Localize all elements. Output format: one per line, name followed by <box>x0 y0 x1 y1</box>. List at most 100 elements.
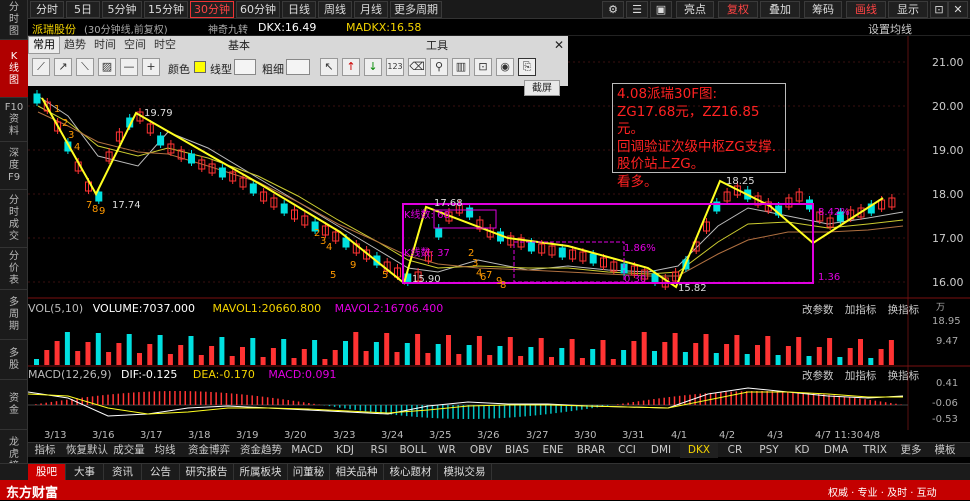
macd-edit-params-button[interactable]: 改参数 <box>802 370 834 382</box>
hline-tool-icon[interactable]: — <box>120 58 138 76</box>
nav-item-9[interactable]: 模拟交易 <box>438 464 492 481</box>
indicator-tab-10[interactable]: WR <box>432 443 462 458</box>
tab-spacetime[interactable]: 时空 <box>150 37 180 53</box>
nav-item-0[interactable]: 股吧 <box>28 464 66 481</box>
sidebar-item-fund[interactable]: 资金 <box>0 380 28 430</box>
sidebar-item-depth[interactable]: 深度F9 <box>0 142 28 190</box>
macd-add-indicator-button[interactable]: 加指标 <box>845 370 877 382</box>
indicator-tab-22[interactable]: TRIX <box>856 443 894 458</box>
indicator-tab-18[interactable]: CR <box>720 443 750 458</box>
period-button[interactable]: 分时 <box>30 1 64 18</box>
indicator-tab-13[interactable]: ENE <box>536 443 570 458</box>
cursor-icon[interactable]: ↖ <box>320 58 338 76</box>
period-button[interactable]: 60分钟 <box>236 1 280 18</box>
thickness-select[interactable] <box>286 59 310 75</box>
indicator-tab-17[interactable]: DKX <box>680 443 718 458</box>
visible-icon[interactable]: ◉ <box>496 58 514 76</box>
period-button[interactable]: 周线 <box>318 1 352 18</box>
back-icon[interactable]: ⊡ <box>930 1 948 18</box>
sidebar-item-multiperiod[interactable]: 多周期 <box>0 290 28 340</box>
tab-common[interactable]: 常用 <box>28 36 60 54</box>
indicator-tab-23[interactable]: 更多 <box>896 443 926 458</box>
sidebar-item-price-table[interactable]: 分价表 <box>0 248 28 290</box>
period-button-active[interactable]: 30分钟 <box>190 1 234 18</box>
vol-add-indicator-button[interactable]: 加指标 <box>845 304 877 316</box>
tab-trend[interactable]: 趋势 <box>60 37 90 53</box>
macd-bar <box>231 393 233 405</box>
add-tool-icon[interactable]: + <box>142 58 160 76</box>
indicator-tab-8[interactable]: RSI <box>364 443 394 458</box>
indicator-tab-1[interactable]: 恢复默认 <box>64 443 110 458</box>
sidebar-item-multistock[interactable]: 多股 <box>0 340 28 380</box>
nav-item-7[interactable]: 相关品种 <box>330 464 384 481</box>
tab-space[interactable]: 空间 <box>120 37 150 53</box>
display-button[interactable]: 显示 <box>888 1 928 18</box>
text-tool-icon[interactable]: 123 <box>386 58 404 76</box>
up-arrow-icon[interactable]: ↑ <box>342 58 360 76</box>
indicator-tab-5[interactable]: 资金趋势 <box>236 443 286 458</box>
vol-change-indicator-button[interactable]: 换指标 <box>888 304 920 316</box>
indicator-tab-12[interactable]: BIAS <box>500 443 534 458</box>
settings-icon[interactable]: ⚙ <box>602 1 624 18</box>
channel-tool-icon[interactable]: ▨ <box>98 58 116 76</box>
sidebar-item-trades[interactable]: 分时成交 <box>0 190 28 248</box>
sidebar-item-timeshare[interactable]: 分时图 <box>0 0 28 40</box>
period-button[interactable]: 日线 <box>282 1 316 18</box>
period-button[interactable]: 月线 <box>354 1 388 18</box>
indicator-tab-6[interactable]: MACD <box>288 443 326 458</box>
macd-bar <box>396 405 398 415</box>
period-button[interactable]: 5分钟 <box>102 1 142 18</box>
screenshot-icon[interactable]: ⎘ <box>518 58 536 76</box>
close-icon[interactable]: ✕ <box>948 1 968 18</box>
link-icon[interactable]: ⚲ <box>430 58 448 76</box>
period-button[interactable]: 5日 <box>66 1 100 18</box>
indicator-tab-20[interactable]: KD <box>788 443 816 458</box>
chips-button[interactable]: 筹码 <box>804 1 842 18</box>
volume-bar <box>498 346 503 365</box>
more-periods-button[interactable]: 更多周期 <box>390 1 442 18</box>
down-arrow-icon[interactable]: ↓ <box>364 58 382 76</box>
vol-edit-params-button[interactable]: 改参数 <box>802 304 834 316</box>
nav-item-4[interactable]: 研究报告 <box>180 464 234 481</box>
adjust-button[interactable]: 复权 <box>718 1 758 18</box>
indicator-tab-21[interactable]: DMA <box>818 443 854 458</box>
list-icon[interactable]: ☰ <box>626 1 648 18</box>
linetype-select[interactable] <box>234 59 256 75</box>
indicator-tab-4[interactable]: 资金博弈 <box>184 443 234 458</box>
macd-change-indicator-button[interactable]: 换指标 <box>888 370 920 382</box>
highlight-button[interactable]: 亮点 <box>676 1 714 18</box>
nav-item-3[interactable]: 公告 <box>142 464 180 481</box>
color-swatch[interactable] <box>194 61 206 73</box>
indicator-tab-15[interactable]: CCI <box>612 443 642 458</box>
set-ma-button[interactable]: 设置均线 <box>868 21 912 37</box>
nav-item-8[interactable]: 核心题材 <box>384 464 438 481</box>
tab-time[interactable]: 时间 <box>90 37 120 53</box>
overlay-button[interactable]: 叠加 <box>760 1 800 18</box>
nav-item-6[interactable]: 问董秘 <box>288 464 330 481</box>
indicator-tab-2[interactable]: 成交量 <box>112 443 146 458</box>
indicator-tab-16[interactable]: DMI <box>644 443 678 458</box>
indicator-tab-11[interactable]: OBV <box>464 443 498 458</box>
delete-icon[interactable]: ▥ <box>452 58 470 76</box>
eraser-icon[interactable]: ⌫ <box>408 58 426 76</box>
lock-icon[interactable]: ▣ <box>650 1 672 18</box>
segment-tool-icon[interactable]: ⟍ <box>76 58 94 76</box>
indicator-tab-14[interactable]: BRAR <box>572 443 610 458</box>
sidebar-item-kline[interactable]: K线图 <box>0 40 28 98</box>
sidebar-item-f10[interactable]: F10资料 <box>0 98 28 142</box>
nav-item-2[interactable]: 资讯 <box>104 464 142 481</box>
toolbox-close-icon[interactable]: ✕ <box>554 38 564 52</box>
indicator-tab-0[interactable]: 指标 <box>28 443 62 458</box>
indicator-tab-19[interactable]: PSY <box>752 443 786 458</box>
line-tool-icon[interactable]: ⟋ <box>32 58 50 76</box>
nav-item-5[interactable]: 所属板块 <box>234 464 288 481</box>
ray-tool-icon[interactable]: ↗ <box>54 58 72 76</box>
nav-item-1[interactable]: 大事 <box>66 464 104 481</box>
indicator-tab-24[interactable]: 模板 <box>928 443 962 458</box>
lock-icon[interactable]: ⊡ <box>474 58 492 76</box>
indicator-tab-7[interactable]: KDJ <box>328 443 362 458</box>
indicator-tab-9[interactable]: BOLL <box>396 443 430 458</box>
indicator-tab-3[interactable]: 均线 <box>148 443 182 458</box>
period-button[interactable]: 15分钟 <box>144 1 188 18</box>
drawline-button[interactable]: 画线 <box>846 1 886 18</box>
